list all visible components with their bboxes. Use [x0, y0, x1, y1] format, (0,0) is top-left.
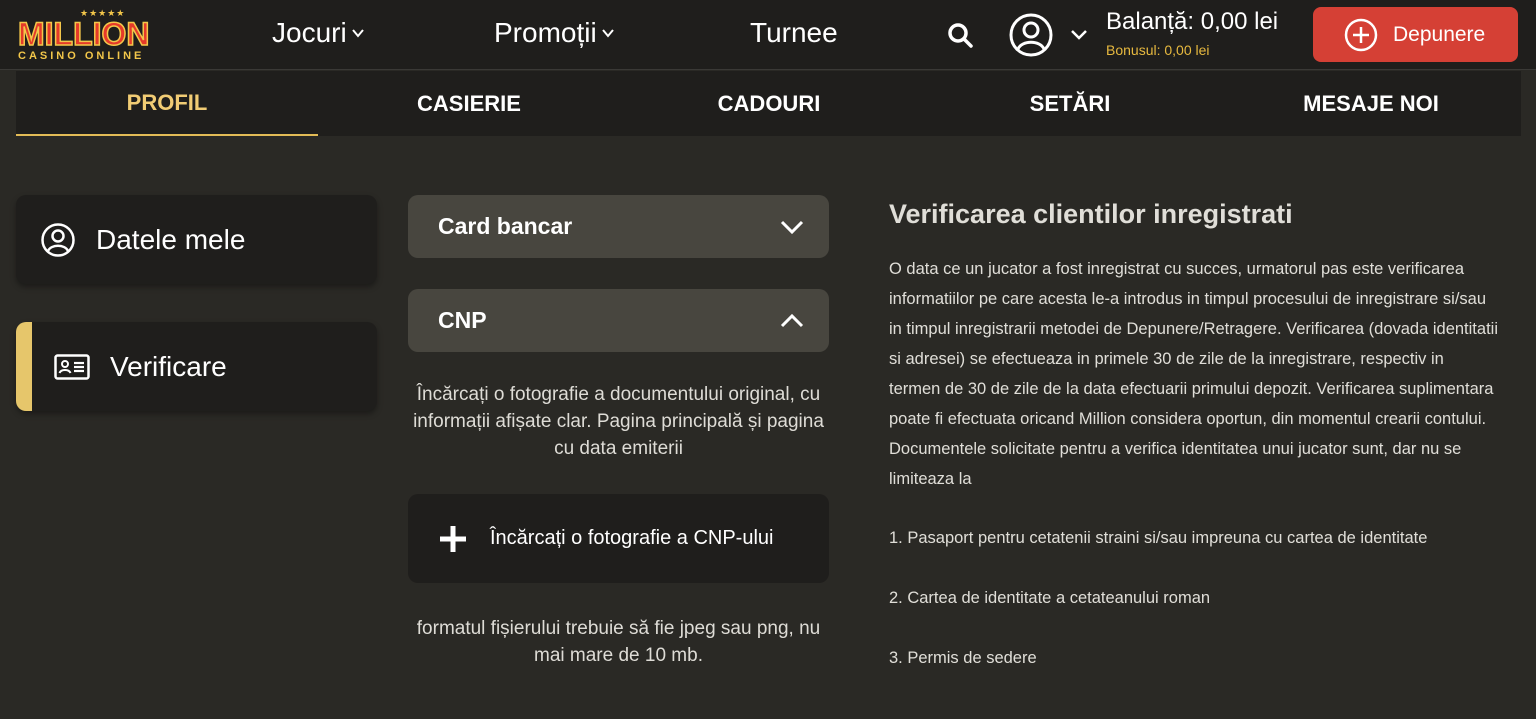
nav-jocuri-label: Jocuri: [272, 17, 347, 48]
tab-setari[interactable]: SETĂRI: [919, 71, 1221, 136]
upload-cnp-button[interactable]: Încărcați o fotografie a CNP-ului: [408, 494, 829, 583]
tab-profil[interactable]: PROFIL: [16, 71, 318, 136]
upload-label: Încărcați o fotografie a CNP-ului: [490, 527, 774, 549]
file-format-note: formatul fișierului trebuie să fie jpeg …: [416, 618, 821, 666]
accordion-card-bancar[interactable]: Card bancar: [408, 195, 829, 258]
info-paragraph: O data ce un jucator a fost inregistrat …: [889, 260, 1498, 488]
balance-text: Balanță: 0,00 lei: [1106, 8, 1279, 35]
search-icon[interactable]: [945, 20, 975, 50]
upload-instruction: Încărcați o fotografie a documentului or…: [413, 384, 824, 459]
user-icon[interactable]: [1008, 12, 1054, 58]
info-list-item: 1. Pasaport pentru cetatenii straini si/…: [889, 529, 1428, 547]
bonus-text: Bonusul: 0,00 lei: [1106, 42, 1210, 58]
info-list-item: 3. Permis de sedere: [889, 649, 1037, 667]
deposit-button[interactable]: Depunere: [1313, 7, 1518, 62]
sidebar-item-label: Verificare: [110, 350, 227, 382]
chevron-down-icon: [601, 29, 614, 38]
accordion-title: Card bancar: [438, 213, 573, 239]
deposit-label: Depunere: [1393, 22, 1486, 46]
plus-circle-icon: [1344, 18, 1378, 51]
chevron-down-icon[interactable]: [1070, 28, 1088, 42]
info-list-item: 2. Cartea de identitate a cetateanului r…: [889, 589, 1211, 607]
top-header: ★★★★★ MILLION CASINO ONLINE Jocuri Promo…: [0, 0, 1536, 70]
plus-icon: [440, 525, 466, 552]
chevron-down-icon: [351, 29, 364, 38]
id-card-icon: [54, 353, 90, 380]
info-title: Verificarea clientilor inregistrati: [889, 199, 1293, 229]
logo-tagline: CASINO ONLINE: [18, 50, 145, 62]
nav-promotii[interactable]: Promoții: [494, 17, 615, 49]
nav-turnee[interactable]: Turnee: [750, 17, 838, 49]
nav-jocuri[interactable]: Jocuri: [272, 17, 365, 49]
sidebar-item-label: Datele mele: [96, 223, 246, 255]
sidebar-item-verificare[interactable]: Verificare: [16, 322, 377, 411]
tab-mesaje-noi[interactable]: MESAJE NOI: [1220, 71, 1522, 136]
nav-turnee-label: Turnee: [750, 17, 838, 48]
nav-promotii-label: Promoții: [494, 17, 597, 48]
tab-cadouri[interactable]: CADOURI: [618, 71, 920, 136]
chevron-down-icon: [780, 220, 804, 234]
million-logo[interactable]: ★★★★★ MILLION CASINO ONLINE: [17, 8, 174, 62]
chevron-up-icon: [780, 313, 804, 327]
logo-wordmark: MILLION: [17, 16, 150, 52]
user-icon: [41, 222, 75, 257]
profile-tabs: PROFIL CASIERIE CADOURI SETĂRI MESAJE NO…: [16, 71, 1521, 136]
accordion-cnp[interactable]: CNP: [408, 289, 829, 352]
tab-casierie[interactable]: CASIERIE: [318, 71, 620, 136]
sidebar-item-datele-mele[interactable]: Datele mele: [16, 195, 377, 284]
accordion-title: CNP: [438, 307, 487, 333]
